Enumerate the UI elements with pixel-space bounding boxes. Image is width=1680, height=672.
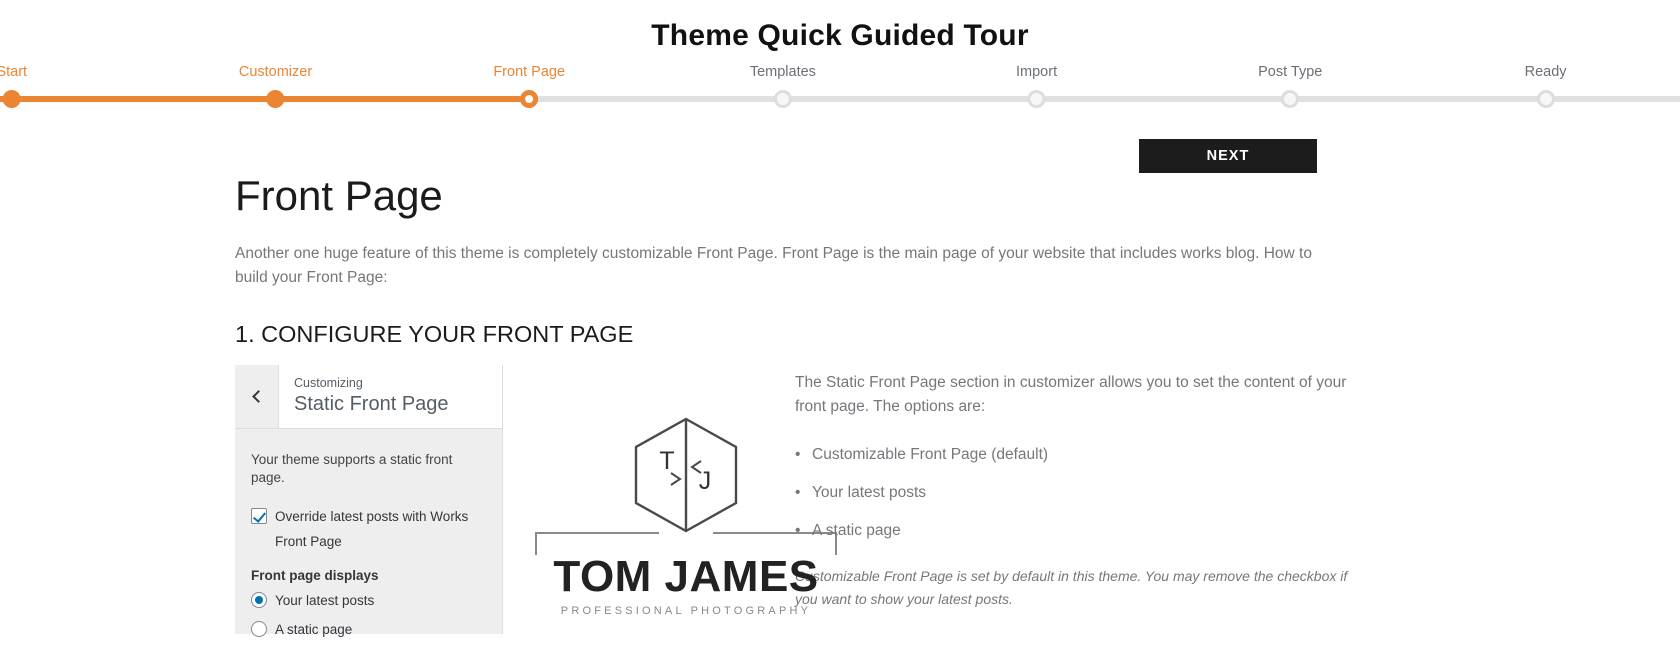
step-templates[interactable]: Templates	[749, 62, 816, 108]
stepper-progress-fill	[0, 96, 530, 102]
step-label: Front Page	[493, 64, 566, 80]
step-label: Customizer	[238, 64, 313, 80]
list-item: A static page	[795, 519, 1355, 543]
step-post-type[interactable]: Post Type	[1258, 62, 1323, 108]
svg-text:J: J	[699, 467, 712, 495]
step-label: Templates	[749, 64, 816, 80]
main-heading: Front Page	[235, 172, 443, 219]
step-dot[interactable]	[2, 90, 21, 108]
step-customizer[interactable]: Customizer	[238, 62, 313, 108]
radio-your-latest-posts[interactable]: Your latest posts	[251, 592, 486, 608]
step-front-page[interactable]: Front Page	[493, 62, 566, 108]
default-note: Customizable Front Page is set by defaul…	[795, 568, 1348, 607]
feature-columns: Customizing Static Front Page Your theme…	[235, 365, 1680, 637]
description-column: The Static Front Page section in customi…	[795, 365, 1355, 634]
step-dot[interactable]	[1027, 90, 1046, 108]
customizer-panel: Customizing Static Front Page Your theme…	[235, 365, 503, 637]
list-item: Customizable Front Page (default)	[795, 443, 1355, 467]
step-label: Start	[0, 64, 28, 80]
logo-subtitle: PROFESSIONAL PHOTOGRAPHY	[560, 605, 812, 617]
radio-a-static-page-label: A static page	[275, 621, 353, 637]
chevron-left-icon[interactable]	[235, 365, 279, 428]
svg-text:T: T	[659, 447, 674, 475]
customizer-column: Customizing Static Front Page Your theme…	[235, 365, 503, 637]
customizer-body: Your theme supports a static front page.…	[235, 429, 502, 637]
customizer-section-title: Static Front Page	[294, 393, 449, 415]
step-ready[interactable]: Ready	[1524, 62, 1567, 108]
radio-a-static-page-input[interactable]	[251, 621, 267, 637]
step-dot[interactable]	[266, 90, 285, 108]
radio-a-static-page[interactable]: A static page	[251, 621, 486, 637]
radio-your-latest-posts-label: Your latest posts	[275, 592, 375, 608]
override-checkbox-row[interactable]: Override latest posts with Works Front P…	[251, 504, 486, 554]
step-import[interactable]: Import	[1016, 62, 1058, 108]
front-page-displays-label: Front page displays	[251, 568, 379, 583]
hexagon-monogram-icon: T J	[634, 417, 738, 533]
step-start[interactable]: Start	[0, 62, 28, 108]
step-label: Post Type	[1258, 64, 1323, 80]
page-title: Theme Quick Guided Tour	[651, 19, 1029, 52]
progress-stepper: Start Customizer Front Page Templates Import…	[0, 62, 1680, 112]
options-list: Customizable Front Page (default) Your l…	[795, 443, 1355, 543]
section-heading: 1. CONFIGURE YOUR FRONT PAGE	[235, 321, 634, 347]
content-area: NEXT Front Page Another one huge feature…	[0, 112, 1680, 637]
radio-your-latest-posts-input[interactable]	[251, 592, 267, 608]
logo-name: TOM JAMES	[553, 552, 819, 601]
override-checkbox[interactable]	[251, 508, 267, 524]
step-label: Import	[1016, 64, 1058, 80]
step-dot[interactable]	[1281, 90, 1300, 108]
step-dot[interactable]	[520, 90, 539, 108]
customizing-label: Customizing	[294, 376, 363, 390]
intro-paragraph: Another one huge feature of this theme i…	[235, 245, 1312, 286]
site-logo: T J TOM JAMES PROFESSIONAL PHOTOGRAPHY	[521, 413, 851, 617]
next-button[interactable]: NEXT	[1139, 139, 1317, 173]
step-dot[interactable]	[773, 90, 792, 108]
description-paragraph: The Static Front Page section in customi…	[795, 374, 1347, 415]
override-checkbox-label: Override latest posts with Works Front P…	[275, 509, 469, 549]
customizer-title-block: Customizing Static Front Page	[279, 365, 449, 428]
step-dot[interactable]	[1536, 90, 1555, 108]
theme-support-text: Your theme supports a static front page.	[251, 452, 453, 485]
logo-column: T J TOM JAMES PROFESSIONAL PHOTOGRAPHY	[503, 365, 837, 634]
list-item: Your latest posts	[795, 481, 1355, 505]
customizer-header: Customizing Static Front Page	[235, 365, 502, 429]
step-label: Ready	[1524, 64, 1567, 80]
